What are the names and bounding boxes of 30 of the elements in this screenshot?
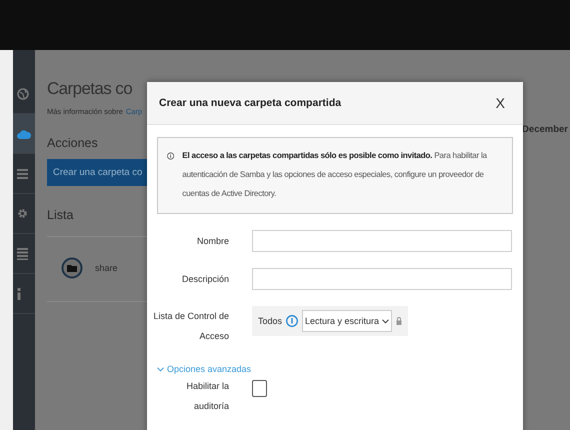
notice-text: El acceso a las carpetas compartidas sólo es posible como invitado. Para habilitar la autenticación de Samba y las opciones de acceso especiales, configure un proveedor de cuentas de Active Directory. — [182, 150, 488, 200]
advanced-options-toggle[interactable]: Opciones avanzadas — [157, 364, 252, 374]
group-name: Todos — [258, 316, 282, 326]
info-icon[interactable] — [286, 315, 298, 327]
input-field[interactable] — [252, 230, 512, 252]
field-label: Descripción — [180, 273, 229, 286]
field-label: Habilitar la auditoría — [185, 380, 229, 413]
menu-icon — [17, 168, 28, 178]
section-heading: Lista — [47, 208, 74, 222]
share-name: share — [95, 263, 118, 273]
section-heading: Acciones — [47, 136, 99, 150]
lock-icon — [396, 317, 402, 325]
checkbox[interactable] — [252, 380, 267, 397]
input-field[interactable] — [252, 268, 512, 290]
folder-icon — [61, 257, 83, 279]
dialog-title: Crear una nueva carpeta compartida — [159, 97, 342, 109]
gear-icon — [17, 208, 28, 219]
globe-icon — [17, 88, 29, 100]
cloud-icon — [17, 128, 31, 138]
caret-icon — [382, 318, 390, 324]
date-label: December — [522, 124, 568, 135]
sidebar-item[interactable] — [13, 114, 35, 154]
caret-icon — [157, 366, 164, 372]
permission-dropdown[interactable]: Lectura y escritura — [302, 310, 392, 332]
field-label: Nombre — [196, 235, 229, 248]
info-icon — [17, 288, 21, 300]
field-label: Lista de Control de Acceso — [152, 310, 229, 343]
page-title: Carpetas co — [47, 79, 134, 99]
table-icon — [17, 248, 28, 260]
close-button[interactable]: X — [494, 93, 507, 113]
